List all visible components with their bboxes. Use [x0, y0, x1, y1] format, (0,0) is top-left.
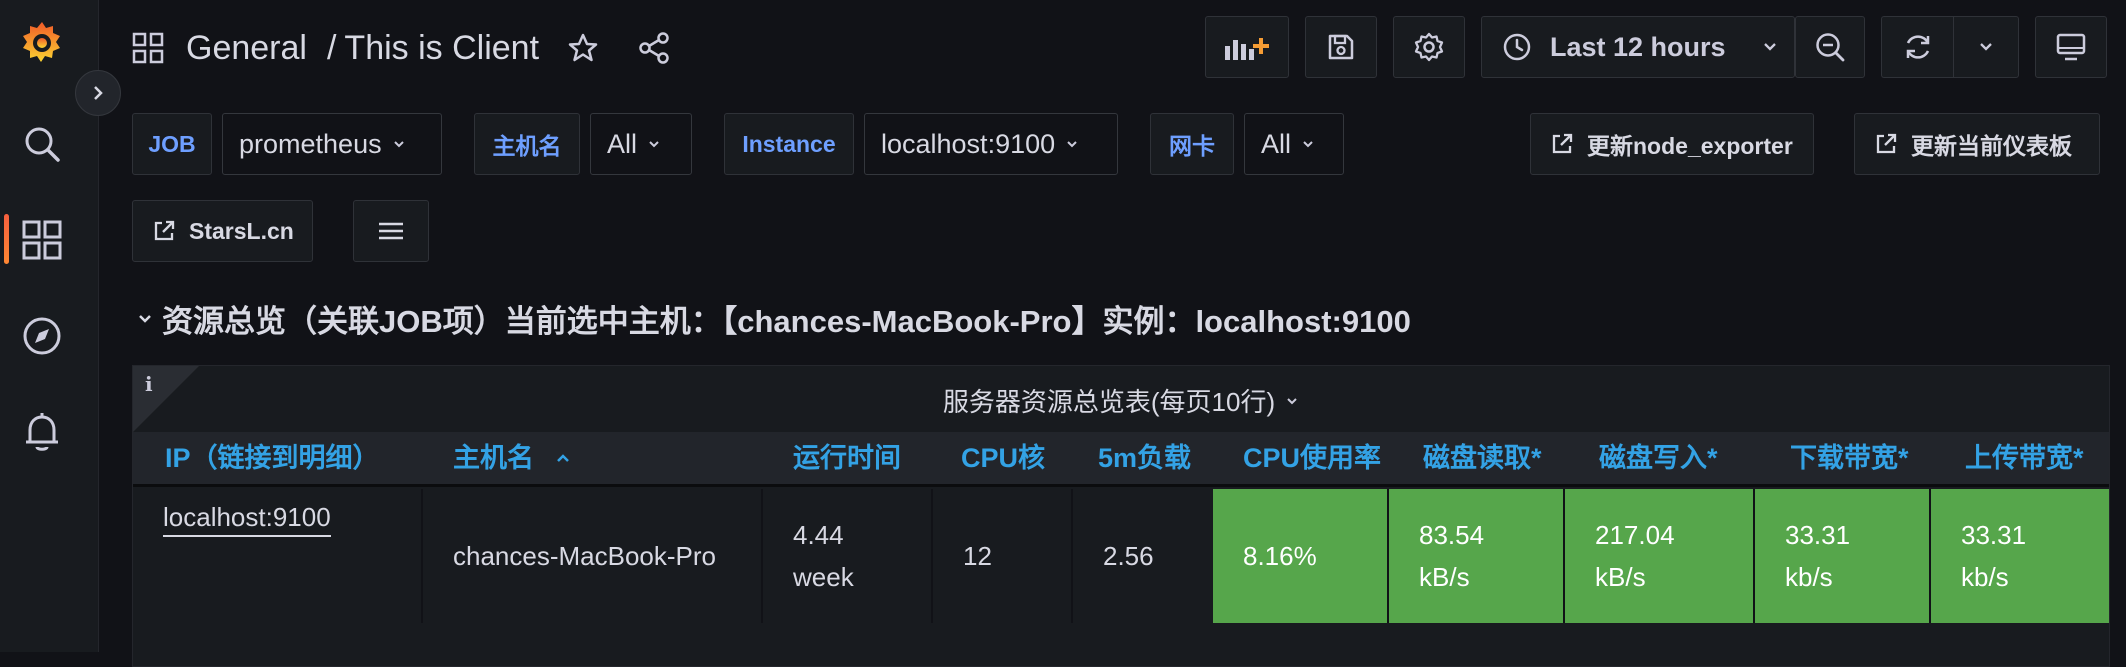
alerting-bell-icon[interactable]	[20, 410, 64, 454]
zoom-out-button[interactable]	[1795, 16, 1865, 78]
cell-uptime: 4.44 week	[763, 489, 933, 623]
ip-link[interactable]: localhost:9100	[163, 499, 331, 537]
variable-label-hostname: 主机名	[474, 113, 580, 175]
gear-icon	[1414, 32, 1444, 62]
column-header-label: 主机名	[453, 443, 534, 473]
sort-ascending-icon	[556, 454, 569, 462]
search-icon[interactable]	[20, 122, 64, 166]
cell-ip[interactable]: localhost:9100	[133, 489, 423, 623]
table-header: IP（链接到明细） 主机名 运行时间 CPU核 5m负载 CPU使用率 磁盘读取…	[133, 432, 2109, 487]
refresh-button[interactable]	[1881, 16, 1953, 78]
link-label: StarsL.cn	[189, 217, 294, 244]
explore-compass-icon[interactable]	[20, 314, 64, 358]
chevron-down-icon	[1303, 141, 1313, 148]
grafana-logo-icon[interactable]	[20, 20, 64, 64]
dashboards-icon[interactable]	[20, 218, 64, 262]
panel-title-text: 服务器资源总览表(每页10行)	[942, 387, 1276, 417]
dashboard-grid-icon	[132, 32, 164, 64]
time-range-label: Last 12 hours	[1550, 31, 1726, 62]
chevron-right-icon	[94, 86, 103, 100]
external-link-icon	[1876, 133, 1897, 154]
clock-icon	[1503, 33, 1531, 61]
variable-select-hostname[interactable]: All	[590, 113, 692, 175]
link-label: 更新当前仪表板	[1911, 133, 2072, 159]
zoom-out-icon	[1816, 33, 1845, 62]
variable-label-instance: Instance	[724, 113, 854, 175]
save-icon	[1328, 34, 1354, 60]
star-icon[interactable]	[567, 32, 599, 64]
column-header-disk-write[interactable]: 磁盘写入*	[1599, 432, 1718, 484]
chevron-down-icon	[1980, 43, 1992, 51]
column-header-uptime[interactable]: 运行时间	[793, 432, 901, 484]
time-range-picker[interactable]: Last 12 hours	[1481, 16, 1795, 78]
variable-select-instance[interactable]: localhost:9100	[864, 113, 1118, 175]
variable-value-instance: localhost:9100	[881, 128, 1056, 159]
variable-value-hostname: All	[607, 128, 638, 159]
column-header-disk-read[interactable]: 磁盘读取*	[1423, 432, 1542, 484]
expand-sidebar-button[interactable]	[75, 70, 121, 116]
chevron-down-icon	[1287, 397, 1297, 404]
chevron-down-icon	[1763, 43, 1776, 51]
chevron-down-icon	[1067, 141, 1077, 148]
add-panel-icon	[1225, 38, 1269, 60]
link-starsl[interactable]: StarsL.cn	[132, 200, 313, 262]
cell-disk-write: 217.04 kB/s	[1565, 489, 1755, 623]
links-menu-button[interactable]	[353, 200, 429, 262]
link-update-dashboard[interactable]: 更新当前仪表板	[1854, 113, 2100, 175]
cell-disk-read: 83.54 kB/s	[1389, 489, 1565, 623]
chevron-down-icon	[139, 314, 151, 323]
cell-load5: 2.56	[1073, 489, 1223, 623]
chevron-down-icon	[393, 141, 404, 148]
column-header-cpu-cores[interactable]: CPU核	[961, 432, 1045, 484]
variable-select-nic[interactable]: All	[1244, 113, 1344, 175]
column-header-load5[interactable]: 5m负载	[1098, 432, 1191, 484]
breadcrumb-folder[interactable]: General	[186, 29, 307, 68]
panel-title[interactable]: 服务器资源总览表(每页10行)	[133, 382, 2109, 419]
variable-select-job[interactable]: prometheus	[222, 113, 442, 175]
column-header-upload[interactable]: 上传带宽*	[1965, 432, 2084, 484]
external-link-icon	[1552, 133, 1573, 154]
column-header-download[interactable]: 下载带宽*	[1790, 432, 1909, 484]
column-header-cpu-usage[interactable]: CPU使用率	[1243, 432, 1381, 484]
resource-overview-panel: i 服务器资源总览表(每页10行) IP（链接到明细） 主机名 运行时间 CPU…	[132, 365, 2110, 667]
link-update-node-exporter[interactable]: 更新node_exporter	[1530, 113, 1814, 175]
tv-mode-button[interactable]	[2035, 16, 2107, 78]
variable-label-job: JOB	[132, 113, 212, 175]
save-dashboard-button[interactable]	[1305, 16, 1377, 78]
cell-upload: 33.31 kb/s	[1931, 489, 2109, 623]
link-label: 更新node_exporter	[1587, 133, 1793, 159]
add-panel-button[interactable]	[1205, 16, 1289, 78]
chevron-down-icon	[649, 141, 659, 148]
row-title: 资源总览（关联JOB项）当前选中主机：【chances-MacBook-Pro】…	[162, 304, 1411, 339]
row-header[interactable]: 资源总览（关联JOB项）当前选中主机：【chances-MacBook-Pro】…	[136, 296, 1411, 341]
variable-value-nic: All	[1261, 128, 1292, 159]
external-link-icon	[154, 220, 175, 241]
refresh-icon	[1906, 35, 1929, 59]
breadcrumb: General / This is Client	[132, 22, 671, 74]
cell-hostname: chances-MacBook-Pro	[423, 489, 763, 623]
variable-value-job: prometheus	[239, 128, 382, 159]
breadcrumb-separator: /	[326, 28, 337, 67]
refresh-interval-dropdown[interactable]	[1953, 16, 2019, 78]
variable-label-nic: 网卡	[1150, 113, 1234, 175]
column-header-ip[interactable]: IP（链接到明细）	[165, 432, 380, 484]
column-header-hostname[interactable]: 主机名	[453, 432, 572, 484]
table-row: localhost:9100 chances-MacBook-Pro 4.44 …	[133, 489, 2109, 623]
dashboard-settings-button[interactable]	[1393, 16, 1465, 78]
cell-download: 33.31 kb/s	[1755, 489, 1931, 623]
share-icon[interactable]	[637, 31, 671, 65]
hamburger-menu-icon	[379, 222, 403, 240]
cell-cpu-usage: 8.16%	[1213, 489, 1389, 623]
active-indicator	[4, 214, 9, 264]
dashboard-title[interactable]: This is Client	[344, 29, 539, 68]
monitor-icon	[2056, 33, 2086, 61]
cell-cpu-cores: 12	[933, 489, 1073, 623]
